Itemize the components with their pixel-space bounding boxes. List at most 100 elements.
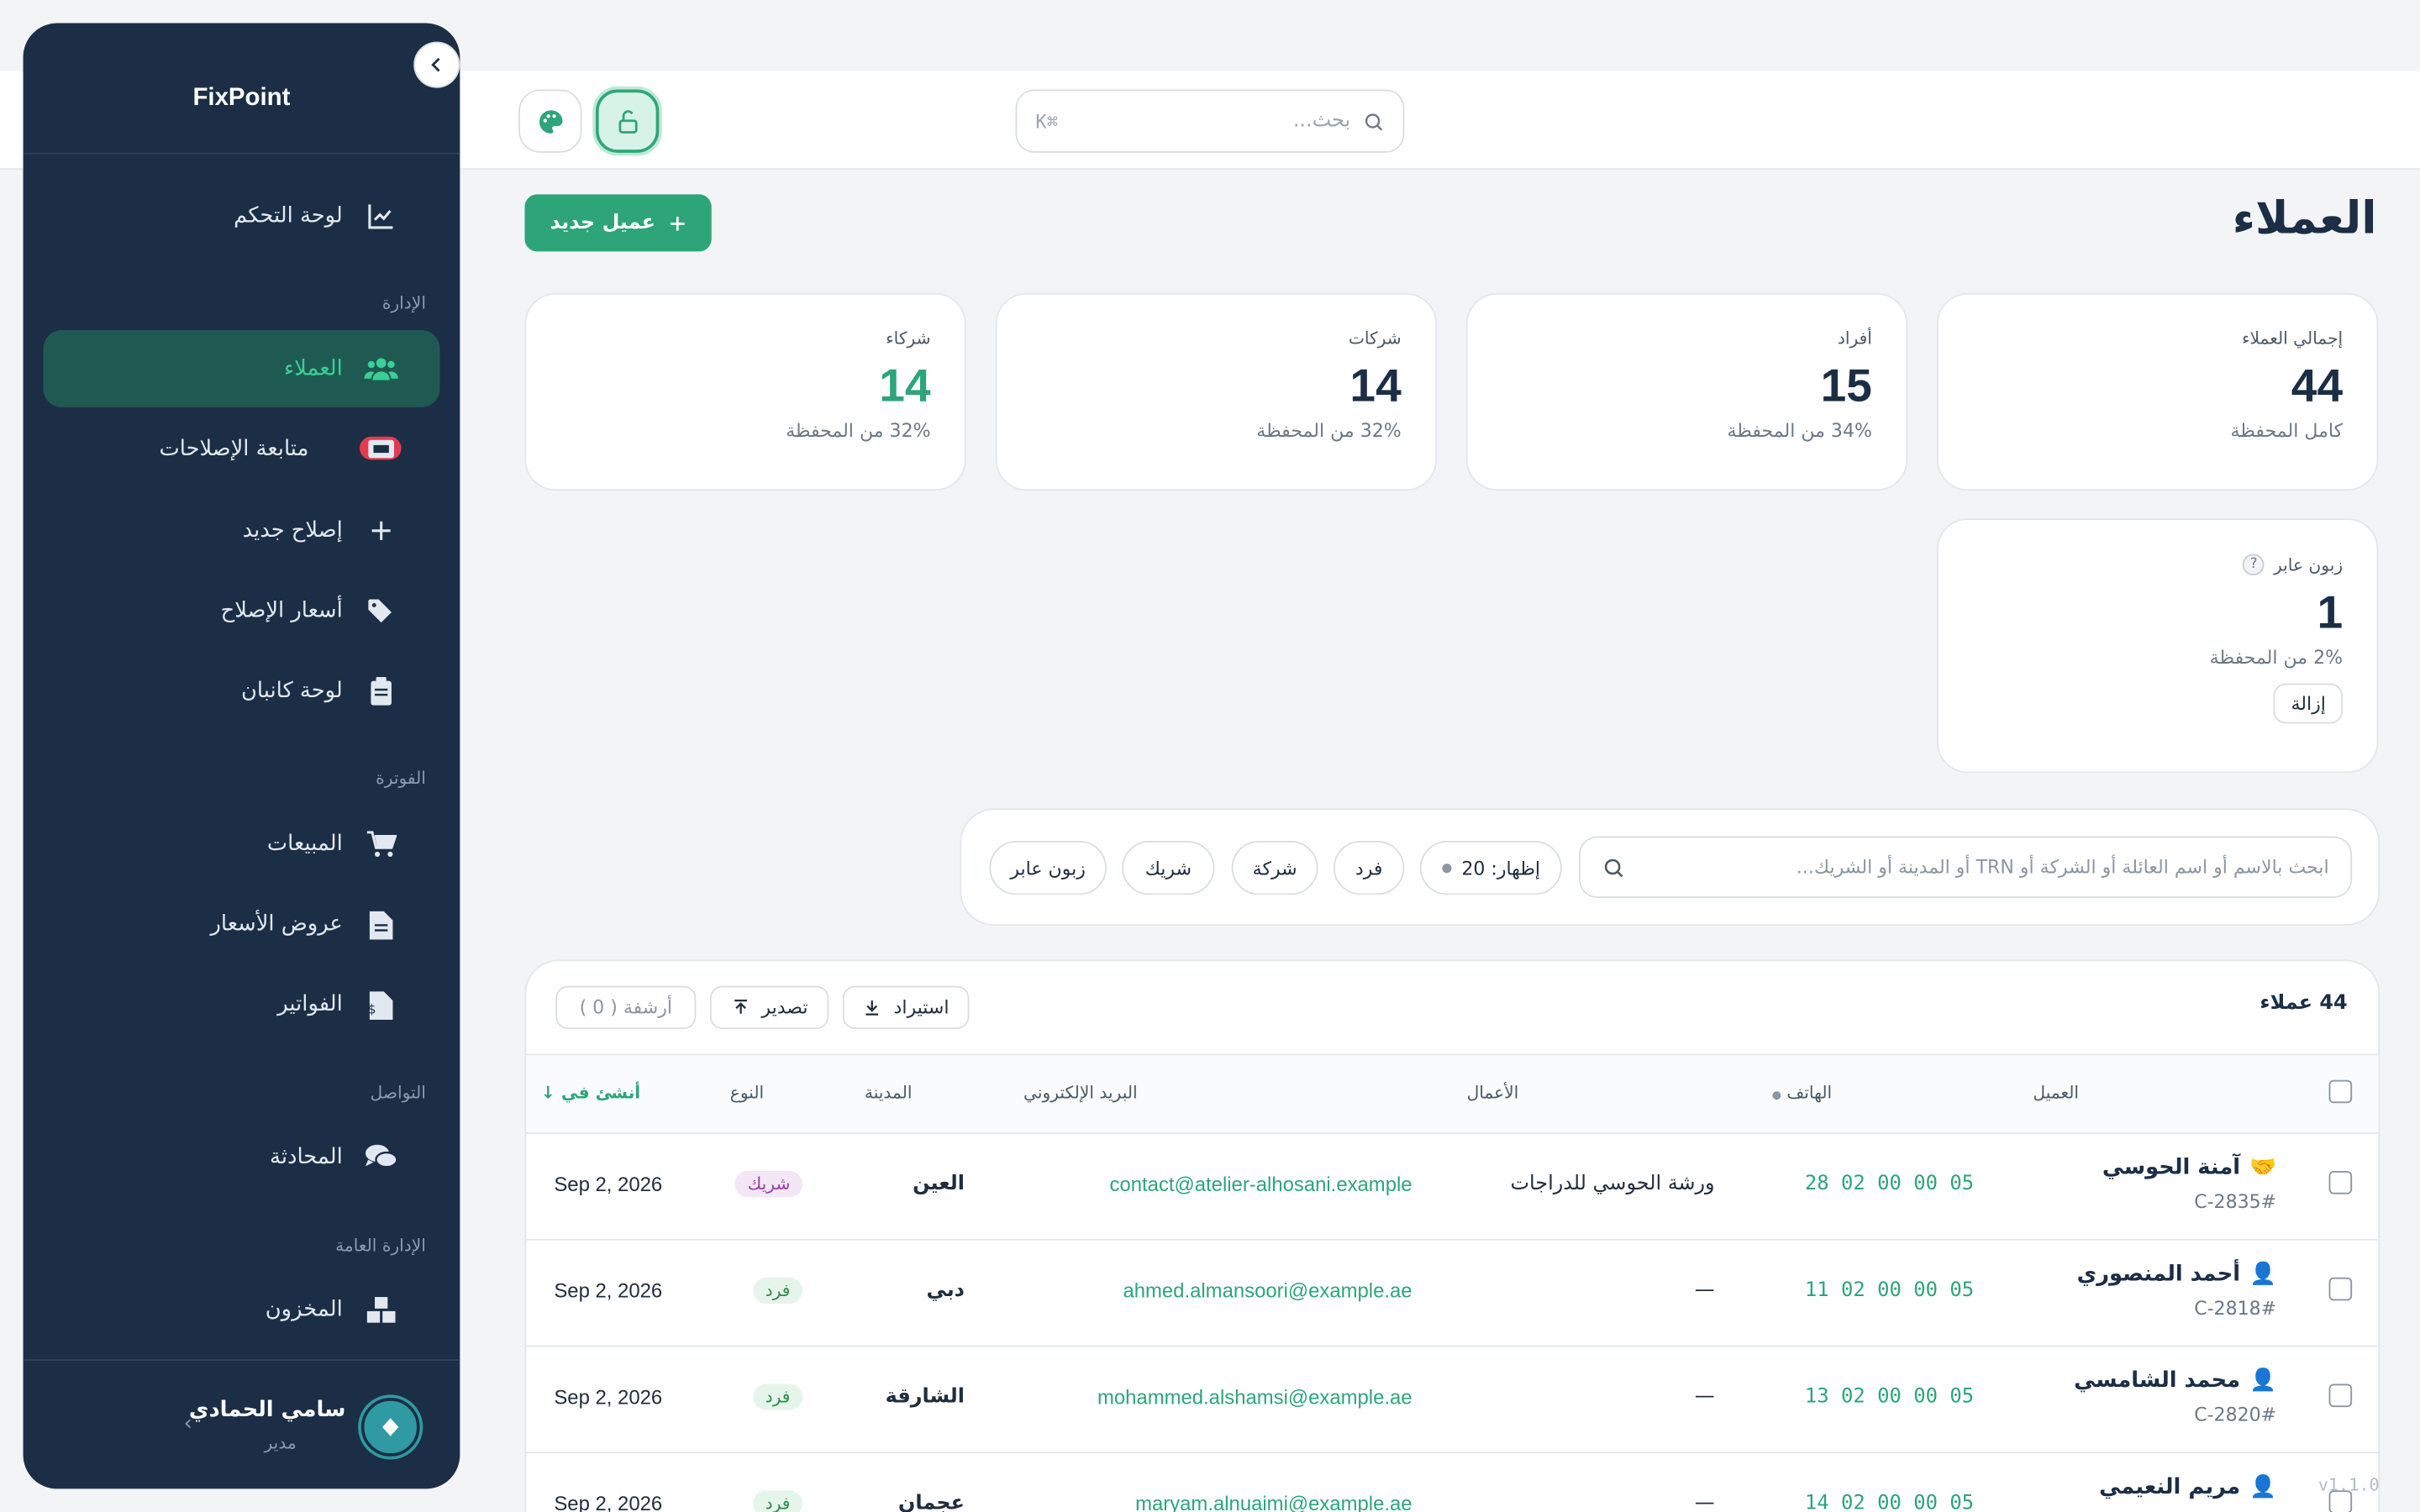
arrow-down-icon: ↓ bbox=[540, 1083, 555, 1104]
filter-chip-partner[interactable]: شريك bbox=[1122, 841, 1215, 895]
sidebar-item-repair-prices[interactable]: أسعار الإصلاح bbox=[43, 572, 439, 649]
filter-bar: ابحث بالاسم أو اسم العائلة أو الشركة أو … bbox=[960, 808, 2381, 927]
search-icon bbox=[1604, 858, 1623, 877]
stat-label: إجمالي العملاء bbox=[2241, 328, 2344, 349]
header-email[interactable]: البريد الإلكتروني bbox=[1023, 1083, 1138, 1103]
client-phone[interactable]: 11 02 00 00 05 bbox=[1805, 1279, 1974, 1303]
page-size-select[interactable]: إظهار: 20 ● bbox=[1419, 841, 1562, 895]
sidebar-item-label: العملاء bbox=[284, 356, 343, 381]
help-icon[interactable]: ? bbox=[2243, 554, 2265, 576]
client-phone[interactable]: 14 02 00 00 05 bbox=[1805, 1492, 1974, 1512]
row-checkbox[interactable] bbox=[2328, 1277, 2353, 1301]
app-version: v1.1.0 bbox=[2317, 1474, 2380, 1495]
global-search-input[interactable]: K⌘ بحث... bbox=[1015, 89, 1405, 153]
row-checkbox[interactable] bbox=[2328, 1171, 2353, 1194]
header-phone[interactable]: الهاتف ● bbox=[1772, 1083, 1832, 1103]
clients-table: 44 عملاء استيراد تصدير أرشفة ( 0 ) العمي… bbox=[524, 959, 2381, 1512]
sidebar-item-sales[interactable]: المبيعات bbox=[43, 806, 439, 883]
client-city: الشارقة bbox=[885, 1385, 965, 1409]
sidebar-item-label: أسعار الإصلاح bbox=[220, 598, 343, 624]
sidebar-item-new-repair[interactable]: إصلاح جديد bbox=[43, 492, 439, 570]
type-badge: فرد bbox=[752, 1277, 803, 1305]
tags-icon bbox=[364, 594, 397, 627]
lock-button[interactable] bbox=[595, 89, 660, 153]
sidebar-item-inventory[interactable]: المخزون bbox=[43, 1271, 439, 1348]
type-badge: فرد bbox=[752, 1490, 803, 1512]
header-created-label: أنشئ في bbox=[560, 1083, 641, 1104]
page-size-label: إظهار: 20 bbox=[1461, 857, 1541, 879]
client-phone[interactable]: 13 02 00 00 05 bbox=[1805, 1385, 1974, 1409]
created-date: Sep 2, 2026 bbox=[554, 1172, 663, 1196]
sidebar-item-chat[interactable]: المحادثة bbox=[43, 1119, 439, 1196]
header-created[interactable]: أنشئ في ↓ bbox=[541, 1083, 640, 1103]
filter-chip-walkin[interactable]: زبون عابر bbox=[989, 841, 1107, 895]
client-name[interactable]: 👤 محمد الشامسي bbox=[2074, 1368, 2276, 1393]
sidebar-divider bbox=[23, 152, 460, 155]
remove-walkin-button[interactable]: إزالة bbox=[2274, 683, 2344, 724]
chevron-right-icon[interactable]: › bbox=[184, 1412, 192, 1436]
client-code: C-2835# bbox=[2194, 1190, 2277, 1213]
sidebar-item-label: لوحة التحكم bbox=[234, 203, 343, 228]
client-phone[interactable]: 28 02 00 00 05 bbox=[1805, 1173, 1974, 1196]
stat-value: 15 bbox=[1820, 360, 1872, 412]
plus-icon bbox=[364, 514, 397, 548]
import-label: استيراد bbox=[893, 996, 950, 1019]
sidebar-item-label: المخزون bbox=[265, 1297, 343, 1323]
client-email[interactable]: ahmed.almansoori@example.ae bbox=[1123, 1279, 1412, 1303]
brand-logo: FixPoint bbox=[192, 85, 291, 112]
invoice-icon: $ bbox=[364, 987, 397, 1021]
table-row[interactable]: 🤝 آمنة الحوسي C-2835# 28 02 00 00 05 ورشة… bbox=[526, 1134, 2379, 1241]
sidebar-item-invoices[interactable]: $ الفواتير bbox=[43, 966, 439, 1043]
upload-icon bbox=[734, 999, 747, 1014]
sidebar-section-general: الإدارة العامة bbox=[335, 1236, 426, 1257]
sidebar-item-label: المبيعات bbox=[266, 831, 343, 857]
table-header: العميل الهاتف ● الأعمال البريد الإلكترون… bbox=[526, 1053, 2379, 1134]
client-name[interactable]: 👤 مريم النعيمي bbox=[2099, 1475, 2276, 1499]
new-client-button[interactable]: عميل جديد bbox=[524, 194, 712, 252]
header-type[interactable]: النوع bbox=[730, 1083, 764, 1103]
user-badge-icon bbox=[382, 1418, 399, 1436]
sort-indicator-icon: ● bbox=[1771, 1089, 1781, 1102]
user-profile[interactable]: سامي الحمادي مدير › bbox=[23, 1359, 460, 1488]
created-date: Sep 2, 2026 bbox=[554, 1278, 663, 1303]
client-email[interactable]: contact@atelier-alhosani.example bbox=[1110, 1173, 1413, 1196]
client-email[interactable]: maryam.alnuaimi@example.ae bbox=[1135, 1492, 1412, 1512]
select-all-checkbox[interactable] bbox=[2328, 1079, 2353, 1104]
boxes-icon bbox=[364, 1293, 397, 1326]
header-business[interactable]: الأعمال bbox=[1467, 1083, 1519, 1103]
table-row[interactable]: 👤 أحمد المنصوري C-2818# 11 02 00 00 05 — … bbox=[526, 1241, 2379, 1347]
theme-button[interactable] bbox=[518, 89, 582, 153]
user-name: سامي الحمادي bbox=[188, 1398, 346, 1423]
sidebar-item-quotes[interactable]: عروض الأسعار bbox=[43, 885, 439, 963]
header-client[interactable]: العميل bbox=[2033, 1083, 2079, 1103]
sidebar-item-kanban[interactable]: لوحة كانبان bbox=[43, 653, 439, 730]
document-icon bbox=[364, 907, 397, 941]
sidebar-item-repair-tracking[interactable]: 13 متابعة الإصلاحات bbox=[43, 411, 439, 488]
sidebar-item-clients[interactable]: العملاء bbox=[43, 330, 440, 407]
row-checkbox[interactable] bbox=[2328, 1383, 2353, 1408]
client-email[interactable]: mohammed.alshamsi@example.ae bbox=[1097, 1385, 1413, 1409]
import-button[interactable]: استيراد bbox=[842, 985, 970, 1030]
table-row[interactable]: 👤 محمد الشامسي C-2820# 13 02 00 00 05 — m… bbox=[526, 1347, 2379, 1454]
stat-label: أفراد bbox=[1837, 328, 1872, 349]
unlock-icon bbox=[618, 109, 637, 133]
header-city[interactable]: المدينة bbox=[865, 1083, 913, 1103]
sidebar-collapse-button[interactable] bbox=[413, 41, 460, 88]
comments-icon bbox=[364, 1140, 398, 1173]
client-name-text: مريم النعيمي bbox=[2099, 1474, 2241, 1500]
sidebar-item-dashboard[interactable]: لوحة التحكم bbox=[43, 177, 439, 255]
export-button[interactable]: تصدير bbox=[709, 985, 829, 1030]
filter-chip-individual[interactable]: فرد bbox=[1333, 841, 1405, 895]
sidebar-item-label: لوحة كانبان bbox=[241, 679, 343, 704]
user-role: مدير bbox=[264, 1433, 297, 1454]
client-city: دبي bbox=[926, 1278, 965, 1303]
client-name[interactable]: 👤 أحمد المنصوري bbox=[2077, 1262, 2276, 1286]
archive-button[interactable]: أرشفة ( 0 ) bbox=[555, 985, 697, 1030]
chart-line-icon bbox=[364, 199, 397, 233]
client-code: C-2820# bbox=[2194, 1404, 2277, 1426]
client-search-placeholder: ابحث بالاسم أو اسم العائلة أو الشركة أو … bbox=[1796, 856, 2329, 879]
client-search-input[interactable]: ابحث بالاسم أو اسم العائلة أو الشركة أو … bbox=[1578, 836, 2353, 898]
client-name[interactable]: 🤝 آمنة الحوسي bbox=[2102, 1156, 2276, 1180]
table-row[interactable]: 👤 مريم النعيمي 14 02 00 00 05 — maryam.al… bbox=[526, 1453, 2378, 1512]
filter-chip-company[interactable]: شركة bbox=[1231, 841, 1318, 895]
